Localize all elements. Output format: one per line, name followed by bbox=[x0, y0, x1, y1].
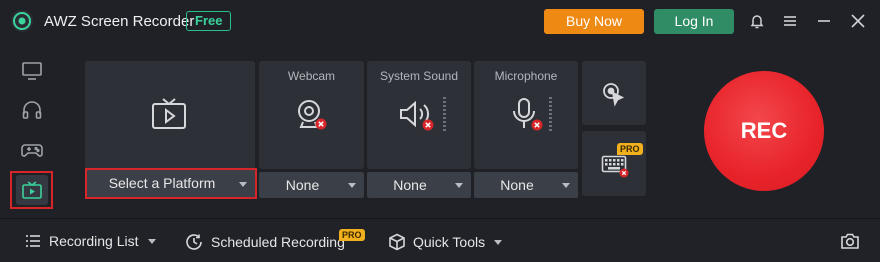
microphone-select-value: None bbox=[500, 177, 534, 193]
recording-list-label: Recording List bbox=[49, 233, 139, 249]
system-sound-select[interactable]: None bbox=[367, 172, 471, 198]
close-icon[interactable] bbox=[849, 12, 867, 30]
mic-level-bar bbox=[549, 97, 552, 131]
platform-select[interactable]: Select a Platform bbox=[85, 168, 257, 199]
webcam-panel[interactable]: Webcam bbox=[259, 61, 364, 169]
system-sound-select-value: None bbox=[393, 177, 427, 193]
microphone-label: Microphone bbox=[494, 69, 558, 83]
scheduled-recording-label: Scheduled Recording bbox=[211, 234, 345, 250]
chevron-down-icon bbox=[239, 182, 247, 187]
monitor-icon bbox=[22, 62, 42, 80]
system-sound-label: System Sound bbox=[379, 69, 459, 83]
app-logo bbox=[11, 10, 33, 32]
sidebar-item-screen[interactable] bbox=[14, 54, 50, 88]
scheduled-pro-badge: PRO bbox=[339, 229, 365, 241]
chevron-down-icon bbox=[494, 239, 503, 245]
scheduled-recording-button[interactable]: Scheduled Recording bbox=[185, 233, 345, 251]
speaker-icon bbox=[398, 98, 434, 137]
headphones-icon bbox=[22, 101, 42, 119]
keyboard-display-button[interactable]: PRO bbox=[582, 131, 646, 196]
title-bar: AWZ Screen Recorder Free Buy Now Log In bbox=[0, 0, 880, 42]
platform-select-label: Select a Platform bbox=[108, 175, 216, 191]
minimize-icon[interactable] bbox=[815, 12, 833, 30]
tv-icon bbox=[21, 181, 42, 199]
volume-level-bar bbox=[443, 97, 446, 131]
camera-icon[interactable] bbox=[840, 232, 860, 255]
bell-icon[interactable] bbox=[748, 12, 766, 30]
app-title: AWZ Screen Recorder bbox=[44, 13, 195, 30]
webcam-select[interactable]: None bbox=[259, 172, 364, 198]
webcam-icon bbox=[295, 97, 329, 136]
login-button[interactable]: Log In bbox=[654, 9, 734, 34]
microphone-panel[interactable]: Microphone bbox=[474, 61, 578, 169]
clock-icon bbox=[186, 234, 202, 250]
chevron-down-icon bbox=[455, 183, 463, 188]
chevron-down-icon bbox=[147, 238, 156, 244]
cursor-click-icon bbox=[601, 81, 627, 112]
bottom-toolbar: Recording List Scheduled Recording PRO Q… bbox=[0, 218, 880, 262]
pro-badge: PRO bbox=[617, 143, 643, 155]
webcam-select-value: None bbox=[285, 177, 320, 193]
cursor-effects-button[interactable] bbox=[582, 61, 646, 125]
microphone-icon bbox=[510, 97, 544, 138]
tv-icon bbox=[150, 96, 188, 137]
microphone-select[interactable]: None bbox=[474, 172, 578, 198]
buy-now-button[interactable]: Buy Now bbox=[544, 9, 644, 34]
recording-list-button[interactable]: Recording List bbox=[25, 233, 156, 249]
record-button[interactable]: REC bbox=[704, 71, 824, 191]
chevron-down-icon bbox=[348, 183, 356, 188]
sidebar-item-live[interactable] bbox=[10, 171, 53, 209]
sidebar-item-audio[interactable] bbox=[14, 93, 50, 127]
cube-icon bbox=[389, 233, 405, 251]
sidebar-item-game[interactable] bbox=[14, 132, 50, 166]
quick-tools-label: Quick Tools bbox=[413, 234, 486, 250]
plan-badge: Free bbox=[186, 11, 232, 31]
menu-icon[interactable] bbox=[781, 12, 799, 30]
webcam-label: Webcam bbox=[287, 69, 336, 83]
system-sound-panel[interactable]: System Sound bbox=[367, 61, 471, 169]
list-icon bbox=[26, 235, 40, 247]
gamepad-icon bbox=[21, 144, 43, 157]
quick-tools-button[interactable]: Quick Tools bbox=[388, 233, 503, 251]
chevron-down-icon bbox=[562, 183, 570, 188]
keyboard-icon bbox=[601, 155, 631, 184]
